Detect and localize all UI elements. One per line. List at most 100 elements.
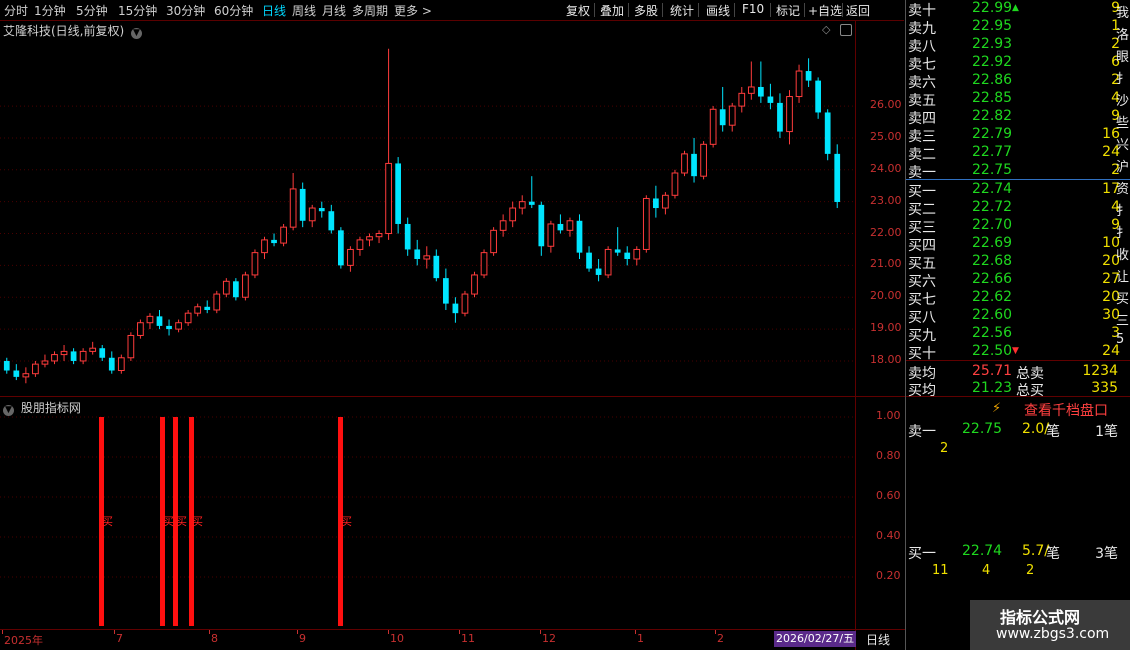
period-tab-fenshi[interactable]: 分时 bbox=[4, 2, 28, 19]
candle bbox=[51, 351, 58, 365]
edge-text: 扌 bbox=[1116, 226, 1130, 241]
ask-row[interactable]: 卖八 22.93 2 bbox=[906, 36, 1120, 55]
bid-row[interactable]: 买六 22.66 27 bbox=[906, 271, 1120, 290]
add-watchlist-button[interactable]: +自选 bbox=[808, 2, 842, 19]
candle-body bbox=[433, 255, 440, 279]
bid-row[interactable]: 买二 22.72 4 bbox=[906, 199, 1120, 218]
period-tab-5min[interactable]: 5分钟 bbox=[76, 2, 108, 19]
date-tick-mark bbox=[540, 630, 541, 634]
candle bbox=[433, 249, 440, 282]
ask-row[interactable]: 卖五 22.85 4 bbox=[906, 90, 1120, 109]
indicator-tick-label: 0.80 bbox=[876, 449, 901, 462]
candle-body bbox=[222, 280, 230, 295]
candle-body bbox=[547, 223, 555, 247]
candle-body bbox=[642, 197, 650, 250]
f10-button[interactable]: F10 bbox=[742, 2, 764, 16]
ask-row[interactable]: 卖七 22.92 6 bbox=[906, 54, 1120, 73]
toolbar-divider bbox=[628, 3, 629, 17]
indicator-tick-label: 0.40 bbox=[876, 529, 901, 542]
maximize-icon[interactable] bbox=[840, 24, 852, 36]
period-tab-30min[interactable]: 30分钟 bbox=[166, 2, 205, 19]
candle bbox=[328, 204, 335, 234]
edge-text: 我 bbox=[1116, 6, 1130, 21]
candle-body bbox=[146, 315, 154, 324]
ask-level-label: 卖二 bbox=[908, 147, 936, 163]
period-tab-multi[interactable]: 多周期 bbox=[352, 2, 388, 19]
ask-level-label: 卖六 bbox=[908, 75, 936, 91]
buy-signal-label: 买 bbox=[102, 515, 113, 528]
ask-row[interactable]: 卖六 22.86 2 bbox=[906, 72, 1120, 91]
overlay-button[interactable]: 叠加 bbox=[600, 2, 624, 19]
bid-price: 22.69 bbox=[972, 235, 1013, 251]
candle-body bbox=[395, 163, 401, 224]
candle-body bbox=[719, 109, 726, 126]
ask-row[interactable]: 卖二 22.77 24 bbox=[906, 144, 1120, 163]
bid-row[interactable]: 买十 22.50 24 ▼ bbox=[906, 343, 1120, 362]
candle-body bbox=[289, 188, 297, 228]
candle bbox=[251, 249, 259, 279]
stats-button[interactable]: 统计 bbox=[670, 2, 694, 19]
candle-body bbox=[805, 71, 812, 81]
candle bbox=[586, 246, 592, 272]
bid-level-label: 买九 bbox=[908, 328, 936, 344]
mark-button[interactable]: 标记 bbox=[776, 2, 800, 19]
period-tab-15min[interactable]: 15分钟 bbox=[118, 2, 157, 19]
candle bbox=[366, 233, 373, 247]
period-tab-60min[interactable]: 60分钟 bbox=[214, 2, 253, 19]
period-tab-1min[interactable]: 1分钟 bbox=[34, 2, 66, 19]
diamond-icon[interactable]: ◇ bbox=[822, 23, 830, 36]
bid-row[interactable]: 买七 22.62 20 bbox=[906, 289, 1120, 308]
bid-row[interactable]: 买八 22.60 30 bbox=[906, 307, 1120, 326]
ask-row[interactable]: 卖三 22.79 16 bbox=[906, 126, 1120, 145]
candle-body bbox=[41, 360, 49, 365]
bid-level-label: 买八 bbox=[908, 310, 936, 326]
edge-text: 兴 bbox=[1116, 138, 1130, 153]
candle-body bbox=[271, 239, 277, 244]
bid-row[interactable]: 买一 22.74 17 bbox=[906, 181, 1120, 200]
candle-body bbox=[156, 316, 163, 326]
ask-row[interactable]: 卖九 22.95 1 bbox=[906, 18, 1120, 37]
candle-body bbox=[338, 230, 344, 266]
adjust-button[interactable]: 复权 bbox=[566, 2, 590, 19]
ask-price: 22.85 bbox=[972, 90, 1013, 106]
candle bbox=[127, 332, 135, 361]
candle bbox=[576, 214, 583, 260]
candle bbox=[624, 246, 631, 266]
draw-line-button[interactable]: 画线 bbox=[706, 2, 730, 19]
ask-row[interactable]: 卖一 22.75 2 bbox=[906, 162, 1120, 181]
candle bbox=[633, 246, 641, 266]
edge-text: 沙 bbox=[1116, 94, 1130, 109]
ask-row[interactable]: 卖十 22.99 9 ▲ bbox=[906, 0, 1120, 19]
bid-row[interactable]: 买三 22.70 9 bbox=[906, 217, 1120, 236]
candle-body bbox=[318, 208, 325, 212]
candle bbox=[22, 367, 30, 384]
candle bbox=[242, 271, 249, 301]
multi-stock-button[interactable]: 多股 bbox=[634, 2, 658, 19]
candle bbox=[728, 102, 736, 132]
candle-body bbox=[261, 239, 268, 254]
more-menu-button[interactable]: 更多 > bbox=[394, 2, 432, 19]
candle bbox=[89, 341, 97, 355]
ask-row[interactable]: 卖四 22.82 9 bbox=[906, 108, 1120, 127]
candle bbox=[805, 58, 812, 87]
ask-price: 22.75 bbox=[972, 162, 1013, 178]
toolbar-divider bbox=[698, 3, 699, 17]
bid-row[interactable]: 买五 22.68 20 bbox=[906, 253, 1120, 272]
bid-row[interactable]: 买四 22.69 10 bbox=[906, 235, 1120, 254]
candle bbox=[184, 309, 192, 326]
bid-row[interactable]: 买九 22.56 3 bbox=[906, 325, 1120, 344]
period-tab-weekly[interactable]: 周线 bbox=[292, 2, 316, 19]
thousand-depth-link[interactable]: 查看千档盘口 bbox=[1024, 400, 1108, 420]
candle-body bbox=[700, 143, 707, 177]
lightning-icon: ⚡ bbox=[992, 401, 1002, 416]
edge-text: 买 bbox=[1116, 292, 1130, 307]
ask-price: 22.86 bbox=[972, 72, 1013, 88]
candle-body bbox=[13, 370, 20, 377]
candle bbox=[414, 239, 421, 266]
date-tick-mark bbox=[635, 630, 636, 634]
candle bbox=[32, 360, 39, 377]
candle bbox=[747, 61, 755, 100]
price-tick-label: 23.00 bbox=[870, 193, 902, 207]
period-tab-daily[interactable]: 日线 bbox=[262, 2, 286, 19]
period-tab-monthly[interactable]: 月线 bbox=[322, 2, 346, 19]
